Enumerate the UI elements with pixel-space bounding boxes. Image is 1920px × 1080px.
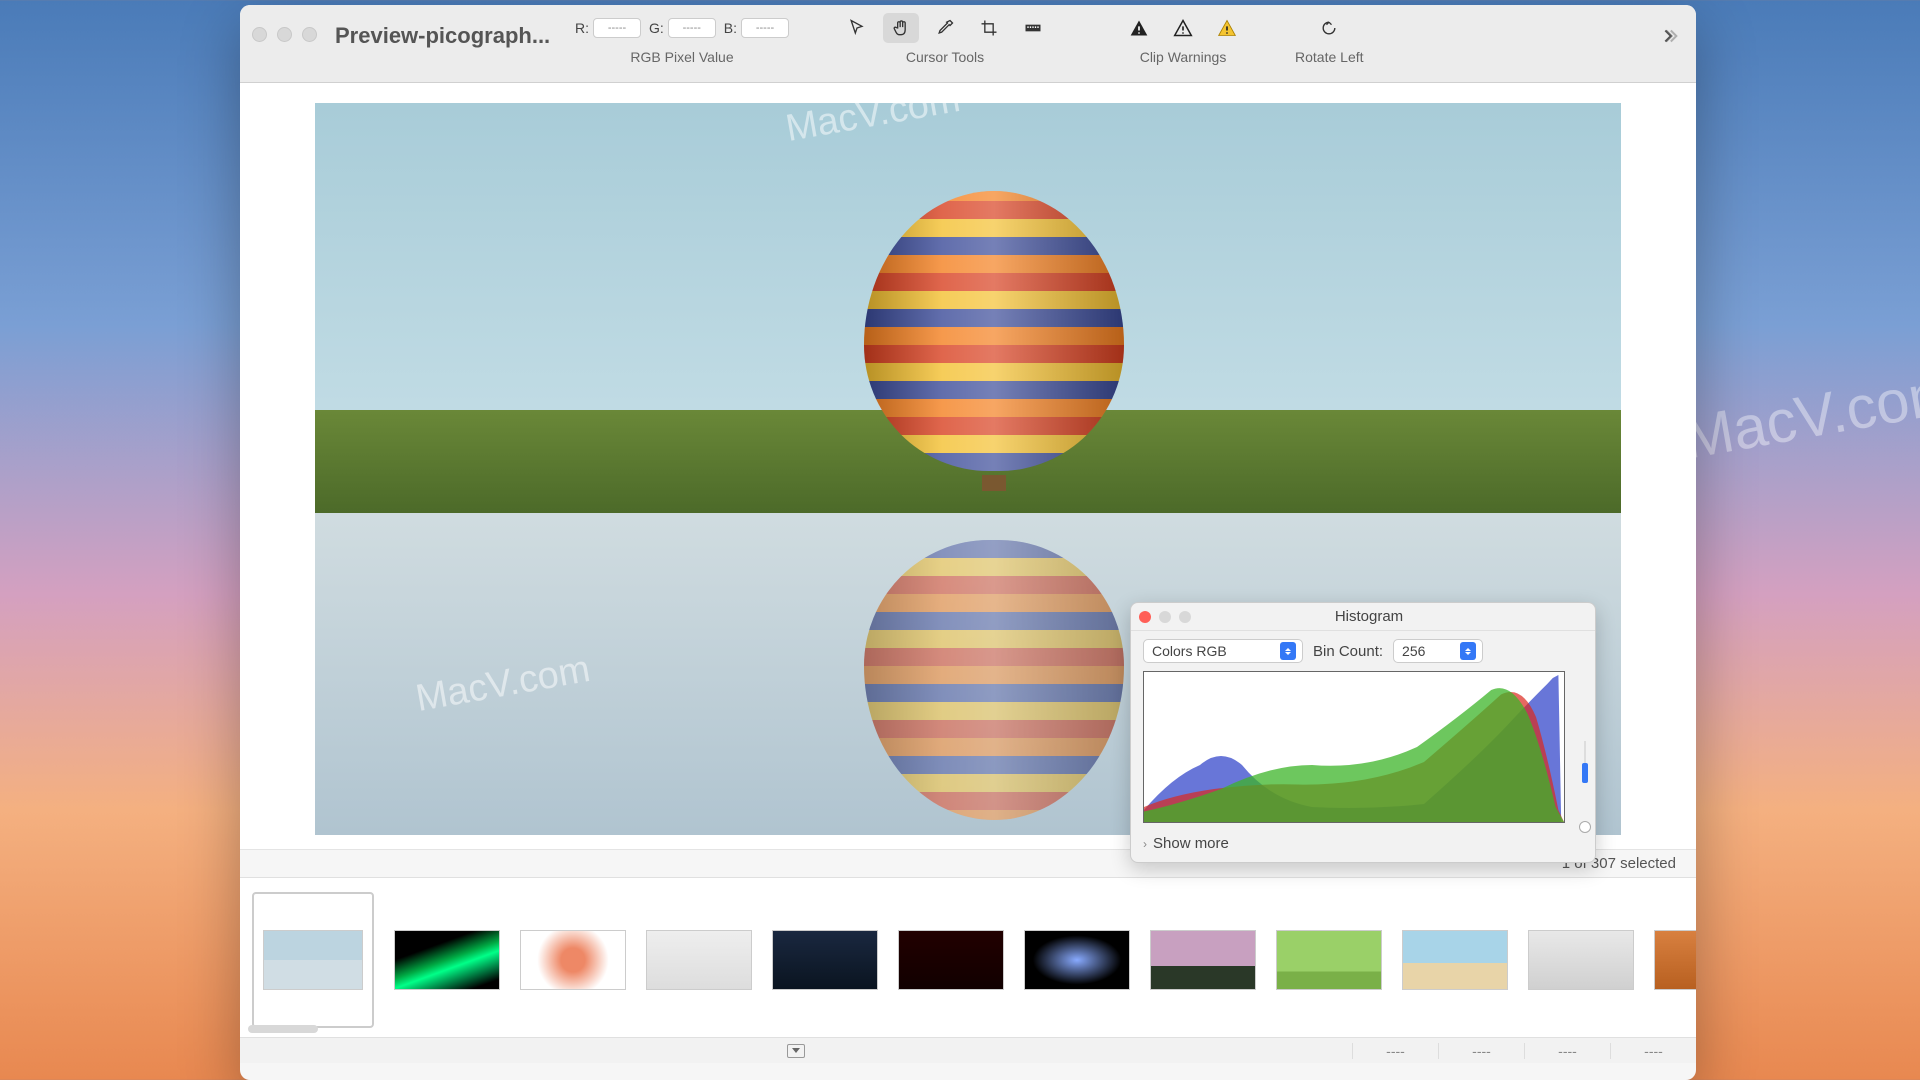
cursor-tools-label: Cursor Tools (906, 49, 984, 65)
b-value[interactable] (741, 18, 789, 38)
g-label: G: (649, 20, 664, 36)
hand-tool[interactable] (883, 13, 919, 43)
thumbnail[interactable] (1654, 930, 1696, 990)
chevron-right-icon: › (1143, 837, 1147, 851)
eyedropper-tool[interactable] (927, 13, 963, 43)
thumbnail[interactable] (898, 930, 1004, 990)
status-cell-3: ---- (1524, 1043, 1610, 1059)
r-value[interactable] (593, 18, 641, 38)
desktop-watermark: MacV.com (1678, 356, 1920, 472)
thumbnail[interactable] (1024, 930, 1130, 990)
rotate-label: Rotate Left (1295, 49, 1364, 65)
bin-count-label: Bin Count: (1313, 643, 1383, 660)
select-arrows-icon (1280, 642, 1296, 660)
thumbnail[interactable] (646, 930, 752, 990)
thumbnail[interactable] (1528, 930, 1634, 990)
thumbnail-scrollbar[interactable] (248, 1025, 318, 1033)
thumbnail-strip[interactable] (240, 877, 1696, 1037)
status-cell-2: ---- (1438, 1043, 1524, 1059)
status-bar: ---- ---- ---- ---- (240, 1037, 1696, 1063)
thumbnail[interactable] (1276, 930, 1382, 990)
histogram-panel[interactable]: Histogram Colors RGB Bin Count: 256 (1130, 602, 1596, 863)
show-more-label: Show more (1153, 835, 1229, 852)
thumbnail[interactable] (1150, 930, 1256, 990)
cursor-tools-group: Cursor Tools (839, 13, 1051, 65)
histogram-mode-value: Colors RGB (1152, 643, 1227, 659)
thumbnail[interactable] (520, 930, 626, 990)
canvas-area[interactable]: MacV.com MacV.com Histogram Colors RGB B… (240, 83, 1696, 849)
status-dropdown[interactable] (787, 1044, 805, 1058)
app-window: Preview-picograph... R: G: B: RGB Pixel … (240, 5, 1696, 1080)
close-dot[interactable] (252, 27, 267, 42)
thumbnail[interactable] (394, 930, 500, 990)
rotate-group: Rotate Left (1295, 13, 1364, 65)
crop-tool[interactable] (971, 13, 1007, 43)
window-title: Preview-picograph... (335, 23, 565, 49)
thumbnail[interactable] (263, 930, 363, 990)
histogram-mode-select[interactable]: Colors RGB (1143, 639, 1303, 663)
bin-count-value: 256 (1402, 643, 1425, 659)
g-value[interactable] (668, 18, 716, 38)
histogram-title: Histogram (1151, 608, 1587, 625)
clip-warning-white[interactable] (1165, 13, 1201, 43)
b-label: B: (724, 20, 737, 36)
thumbnail[interactable] (1402, 930, 1508, 990)
thumbnail-selected[interactable] (252, 892, 374, 1028)
histogram-show-more[interactable]: › Show more (1131, 829, 1595, 862)
rgb-group-label: RGB Pixel Value (630, 49, 733, 65)
r-label: R: (575, 20, 589, 36)
clip-warning-yellow[interactable] (1209, 13, 1245, 43)
rotate-left-button[interactable] (1311, 13, 1347, 43)
histogram-chart (1143, 671, 1565, 823)
status-cell-1: ---- (1352, 1043, 1438, 1059)
histogram-scale-slider[interactable] (1579, 741, 1591, 783)
zoom-dot[interactable] (302, 27, 317, 42)
thumbnail[interactable] (772, 930, 878, 990)
histogram-titlebar[interactable]: Histogram (1131, 603, 1595, 631)
status-cell-4: ---- (1610, 1043, 1696, 1059)
bin-count-select[interactable]: 256 (1393, 639, 1483, 663)
toolbar-overflow[interactable] (1654, 21, 1684, 51)
toolbar: Preview-picograph... R: G: B: RGB Pixel … (240, 5, 1696, 83)
rgb-group: R: G: B: RGB Pixel Value (575, 13, 789, 65)
clip-warning-black[interactable] (1121, 13, 1157, 43)
window-traffic-lights[interactable] (252, 27, 317, 42)
minimize-dot[interactable] (277, 27, 292, 42)
histogram-close[interactable] (1139, 611, 1151, 623)
select-arrows-icon (1460, 642, 1476, 660)
clip-warnings-group: Clip Warnings (1121, 13, 1245, 65)
pointer-tool[interactable] (839, 13, 875, 43)
slider-thumb[interactable] (1579, 821, 1591, 833)
ruler-tool[interactable] (1015, 13, 1051, 43)
clip-warnings-label: Clip Warnings (1140, 49, 1227, 65)
